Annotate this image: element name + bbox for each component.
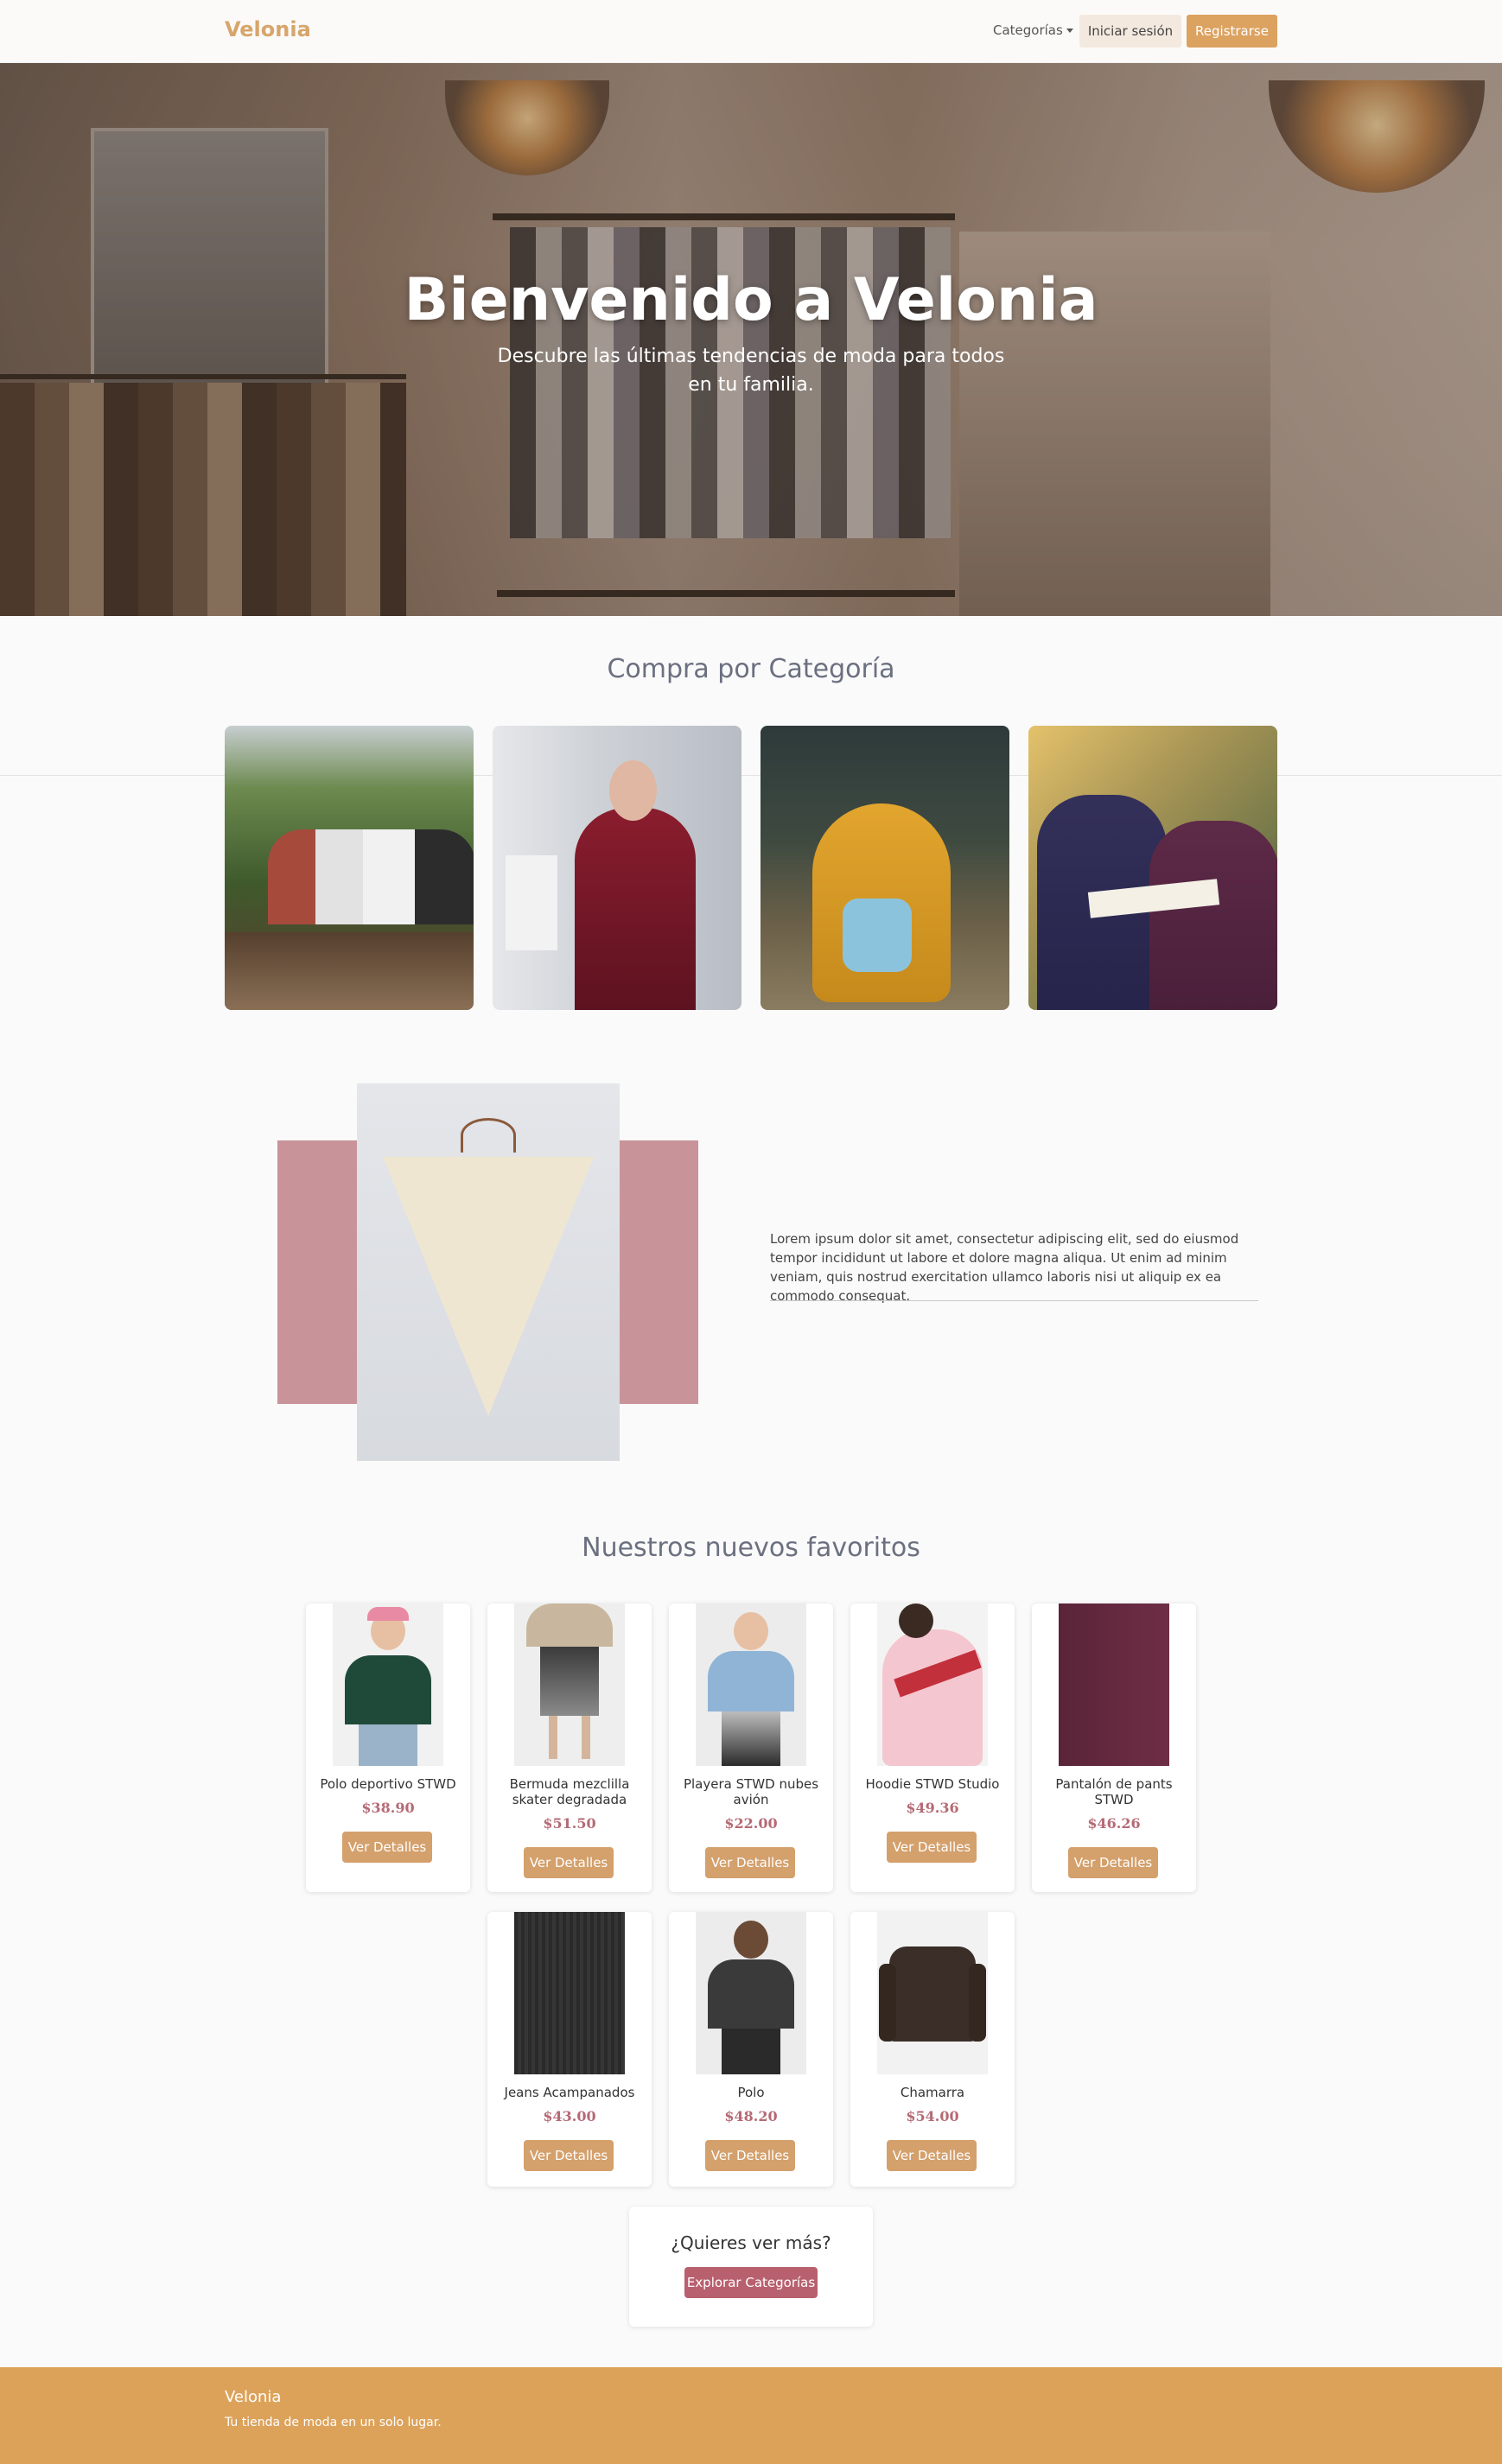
- product-name: Jeans Acampanados: [504, 2085, 635, 2100]
- product-image: [1059, 1604, 1169, 1766]
- categories-heading: Compra por Categoría: [607, 654, 895, 684]
- product-name: Bermuda mezclilla skater degradada: [509, 1776, 630, 1807]
- product-price: $54.00: [906, 2108, 959, 2124]
- product-image: [877, 1604, 988, 1766]
- product-price: $43.00: [543, 2108, 596, 2124]
- footer: Velonia Tu tienda de moda en un solo lug…: [0, 2367, 1502, 2464]
- product-image: [696, 1912, 806, 2074]
- footer-brand: Velonia: [225, 2388, 282, 2406]
- product-card[interactable]: Hoodie STWD Studio $49.36 Ver Detalles: [850, 1604, 1015, 1892]
- product-card[interactable]: Polo $48.20 Ver Detalles: [669, 1912, 833, 2187]
- product-image: [333, 1604, 443, 1766]
- feature-text: Lorem ipsum dolor sit amet, consectetur …: [770, 1231, 1239, 1304]
- product-card[interactable]: Jeans Acampanados $43.00 Ver Detalles: [487, 1912, 652, 2187]
- view-details-button[interactable]: Ver Detalles: [887, 1832, 977, 1863]
- view-details-button[interactable]: Ver Detalles: [705, 1847, 795, 1878]
- navbar: Velonia Categorías Iniciar sesión Regist…: [0, 0, 1502, 63]
- feature-image-poncho: [357, 1083, 620, 1461]
- hero-subtitle: Descubre las últimas tendencias de moda …: [497, 346, 1005, 396]
- products-heading: Nuestros nuevos favoritos: [582, 1533, 920, 1563]
- product-price: $51.50: [543, 1815, 596, 1832]
- brand-logo[interactable]: Velonia: [225, 17, 311, 41]
- category-card-men[interactable]: [225, 726, 474, 1010]
- explore-categories-button[interactable]: Explorar Categorías: [684, 2267, 818, 2298]
- product-card[interactable]: Chamarra $54.00 Ver Detalles: [850, 1912, 1015, 2187]
- product-card[interactable]: Pantalón de pants STWD $46.26 Ver Detall…: [1032, 1604, 1196, 1892]
- view-details-button[interactable]: Ver Detalles: [524, 2140, 614, 2171]
- product-image: [696, 1604, 806, 1766]
- product-image: [877, 1912, 988, 2074]
- view-details-button[interactable]: Ver Detalles: [342, 1832, 432, 1863]
- feature-divider: [770, 1300, 1258, 1301]
- view-details-button[interactable]: Ver Detalles: [1068, 1847, 1158, 1878]
- product-price: $49.36: [906, 1800, 959, 1816]
- view-details-button[interactable]: Ver Detalles: [887, 2140, 977, 2171]
- hero-banner: Bienvenido a Velonia Descubre las última…: [0, 63, 1502, 616]
- see-more-question: ¿Quieres ver más?: [671, 2232, 831, 2253]
- product-card[interactable]: Polo deportivo STWD $38.90 Ver Detalles: [306, 1604, 470, 1892]
- product-image: [514, 1912, 625, 2074]
- category-card-family[interactable]: [1028, 726, 1277, 1010]
- product-name: Polo: [737, 2085, 765, 2100]
- product-price: $48.20: [724, 2108, 778, 2124]
- product-image: [514, 1604, 625, 1766]
- categories-dropdown[interactable]: Categorías: [993, 22, 1073, 38]
- register-button[interactable]: Registrarse: [1187, 15, 1277, 48]
- product-name: Playera STWD nubes avión: [683, 1776, 819, 1807]
- product-card[interactable]: Bermuda mezclilla skater degradada $51.5…: [487, 1604, 652, 1892]
- product-price: $22.00: [724, 1815, 778, 1832]
- hero-title: Bienvenido a Velonia: [404, 266, 1098, 334]
- product-price: $38.90: [361, 1800, 415, 1816]
- login-button[interactable]: Iniciar sesión: [1079, 15, 1181, 48]
- see-more-box: ¿Quieres ver más? Explorar Categorías: [629, 2207, 873, 2327]
- product-name: Pantalón de pants STWD: [1055, 1776, 1173, 1807]
- product-name: Chamarra: [900, 2085, 965, 2100]
- product-price: $46.26: [1087, 1815, 1141, 1832]
- footer-tagline: Tu tienda de moda en un solo lugar.: [225, 2416, 442, 2429]
- caret-down-icon: [1066, 29, 1073, 33]
- category-card-kids[interactable]: [761, 726, 1009, 1010]
- category-card-women[interactable]: [493, 726, 741, 1010]
- categories-dropdown-label: Categorías: [993, 22, 1063, 38]
- product-name: Hoodie STWD Studio: [865, 1776, 1000, 1792]
- view-details-button[interactable]: Ver Detalles: [524, 1847, 614, 1878]
- product-card[interactable]: Playera STWD nubes avión $22.00 Ver Deta…: [669, 1604, 833, 1892]
- product-name: Polo deportivo STWD: [320, 1776, 456, 1792]
- view-details-button[interactable]: Ver Detalles: [705, 2140, 795, 2171]
